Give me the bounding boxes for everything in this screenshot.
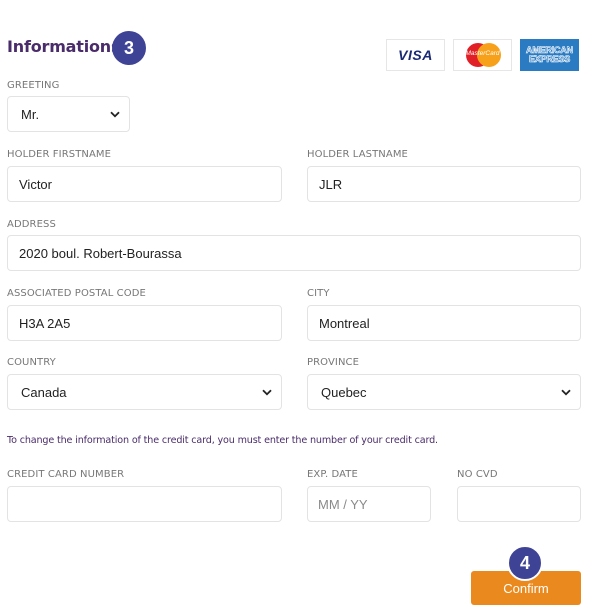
province-select[interactable]: Quebec bbox=[307, 374, 581, 410]
amex-logo-line-2: EXPRESS bbox=[528, 54, 571, 64]
step-badge: 3 bbox=[112, 31, 146, 65]
visa-logo-text: VISA bbox=[398, 47, 433, 63]
firstname-input[interactable]: Victor bbox=[7, 166, 282, 202]
postal-code-input[interactable]: H3A 2A5 bbox=[7, 305, 282, 341]
amex-logo: AMERICAN EXPRESS bbox=[520, 39, 579, 71]
exp-date-placeholder: MM / YY bbox=[318, 496, 368, 512]
address-value: 2020 boul. Robert-Bourassa bbox=[19, 245, 182, 261]
cvd-label: NO CVD bbox=[457, 469, 498, 480]
card-number-label: CREDIT CARD NUMBER bbox=[7, 469, 125, 480]
chevron-down-icon bbox=[560, 386, 572, 398]
city-label: CITY bbox=[307, 288, 330, 299]
address-input[interactable]: 2020 boul. Robert-Bourassa bbox=[7, 235, 581, 271]
chevron-down-icon bbox=[109, 108, 121, 120]
credit-card-note: To change the information of the credit … bbox=[7, 435, 438, 446]
mastercard-icon: MasterCard bbox=[463, 42, 503, 68]
chevron-down-icon bbox=[261, 386, 273, 398]
country-select[interactable]: Canada bbox=[7, 374, 282, 410]
greeting-label: GREETING bbox=[7, 80, 60, 91]
section-title: Informations bbox=[7, 37, 121, 56]
step-badge: 4 bbox=[507, 545, 543, 581]
postal-code-value: H3A 2A5 bbox=[19, 315, 71, 331]
lastname-value: JLR bbox=[319, 176, 343, 192]
province-value: Quebec bbox=[321, 384, 367, 400]
greeting-value: Mr. bbox=[21, 106, 40, 122]
postal-code-label: ASSOCIATED POSTAL CODE bbox=[7, 288, 146, 299]
card-number-input[interactable] bbox=[7, 486, 282, 522]
city-input[interactable]: Montreal bbox=[307, 305, 581, 341]
firstname-value: Victor bbox=[19, 176, 52, 192]
firstname-label: HOLDER FIRSTNAME bbox=[7, 149, 112, 160]
province-label: PROVINCE bbox=[307, 357, 360, 368]
mastercard-logo: MasterCard bbox=[453, 39, 512, 71]
country-value: Canada bbox=[21, 384, 67, 400]
lastname-input[interactable]: JLR bbox=[307, 166, 581, 202]
exp-date-input[interactable]: MM / YY bbox=[307, 486, 431, 522]
greeting-select[interactable]: Mr. bbox=[7, 96, 130, 132]
exp-date-label: EXP. DATE bbox=[307, 469, 358, 480]
accepted-cards: VISA MasterCard AMERICAN EXPRESS bbox=[386, 39, 579, 71]
mastercard-logo-text: MasterCard bbox=[465, 50, 500, 57]
address-label: ADDRESS bbox=[7, 219, 56, 230]
cvd-input[interactable] bbox=[457, 486, 581, 522]
visa-logo: VISA bbox=[386, 39, 445, 71]
city-value: Montreal bbox=[319, 315, 370, 331]
country-label: COUNTRY bbox=[7, 357, 56, 368]
lastname-label: HOLDER LASTNAME bbox=[307, 149, 408, 160]
